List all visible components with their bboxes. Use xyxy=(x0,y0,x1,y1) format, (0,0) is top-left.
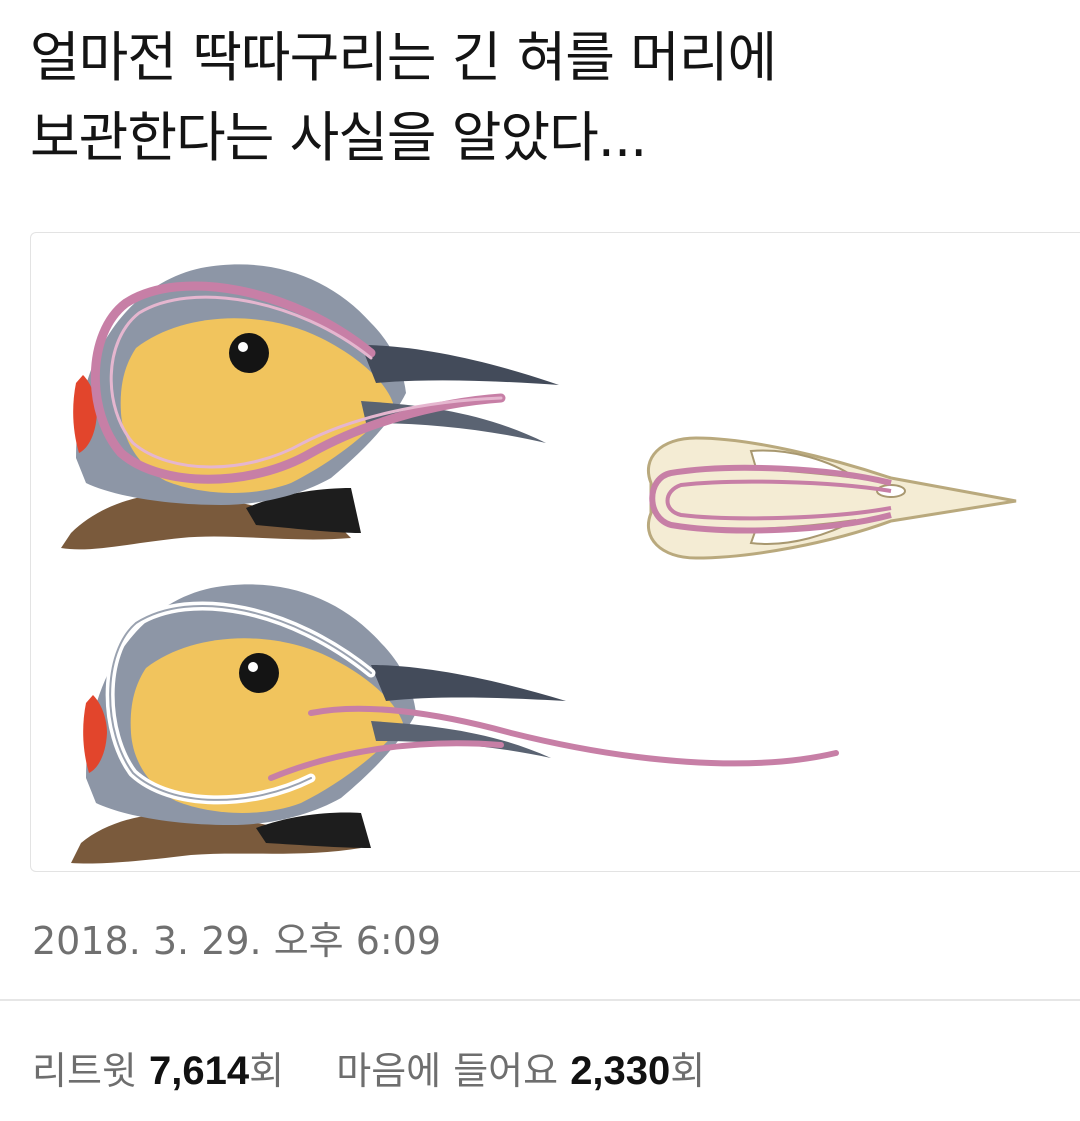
tweet-text-line-1: 얼마전 딱따구리는 긴 혀를 머리에 xyxy=(30,26,777,89)
retweet-count[interactable]: 7,614 xyxy=(149,1049,249,1093)
woodpecker-skull-icon xyxy=(646,436,1017,560)
like-count[interactable]: 2,330 xyxy=(570,1049,670,1093)
woodpecker-head-upper xyxy=(61,264,559,550)
woodpecker-head-lower xyxy=(71,584,839,864)
retweet-unit: 회 xyxy=(249,1049,285,1093)
tweet-timestamp[interactable]: 2018. 3. 29. 오후 6:09 xyxy=(32,910,441,965)
tweet-text-line-2: 보관한다는 사실을 알았다... xyxy=(30,106,647,169)
like-label: 마음에 들어요 xyxy=(336,1049,559,1093)
like-unit: 회 xyxy=(670,1049,706,1093)
tweet-media-image[interactable] xyxy=(30,232,1080,872)
divider xyxy=(0,999,1080,1001)
tweet-stats: 리트윗 7,614회 마음에 들어요 2,330회 xyxy=(32,1040,705,1095)
retweet-label: 리트윗 xyxy=(32,1049,137,1093)
woodpecker-illustration xyxy=(61,264,1017,864)
tweet-text: 얼마전 딱따구리는 긴 혀를 머리에 보관한다는 사실을 알았다... xyxy=(30,18,1050,178)
